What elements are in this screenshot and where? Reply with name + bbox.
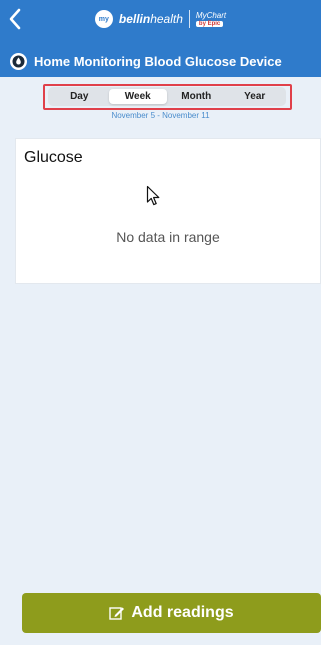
nav-bar: my bellinhealth MyChart by Epic: [0, 0, 321, 45]
bellin-logo-icon: my: [94, 10, 113, 28]
tab-day[interactable]: Day: [50, 89, 109, 104]
glucose-device-icon: [10, 52, 27, 70]
add-readings-label: Add readings: [131, 604, 234, 621]
glucose-card: Glucose No data in range: [15, 138, 321, 284]
tab-week[interactable]: Week: [108, 89, 167, 104]
brand-divider: [188, 10, 190, 28]
brand-logos: my bellinhealth MyChart by Epic: [0, 8, 321, 30]
device-header: Home Monitoring Blood Glucose Device: [0, 45, 321, 77]
add-readings-button[interactable]: Add readings: [22, 593, 321, 633]
card-title: Glucose: [24, 149, 83, 166]
range-segmented-control: Day Week Month Year: [48, 87, 286, 106]
mouse-cursor-icon: [146, 185, 160, 206]
mychart-logo: MyChart by Epic: [195, 10, 227, 27]
empty-state-message: No data in range: [116, 229, 220, 245]
page-title: Home Monitoring Blood Glucose Device: [34, 53, 282, 69]
tab-year[interactable]: Year: [226, 89, 285, 104]
range-selector-area: Day Week Month Year November 5 - Novembe…: [0, 77, 321, 127]
edit-icon: [109, 607, 125, 620]
brand-name: bellinhealth: [118, 12, 183, 26]
date-range-label: November 5 - November 11: [111, 111, 210, 120]
tab-month[interactable]: Month: [167, 89, 226, 104]
